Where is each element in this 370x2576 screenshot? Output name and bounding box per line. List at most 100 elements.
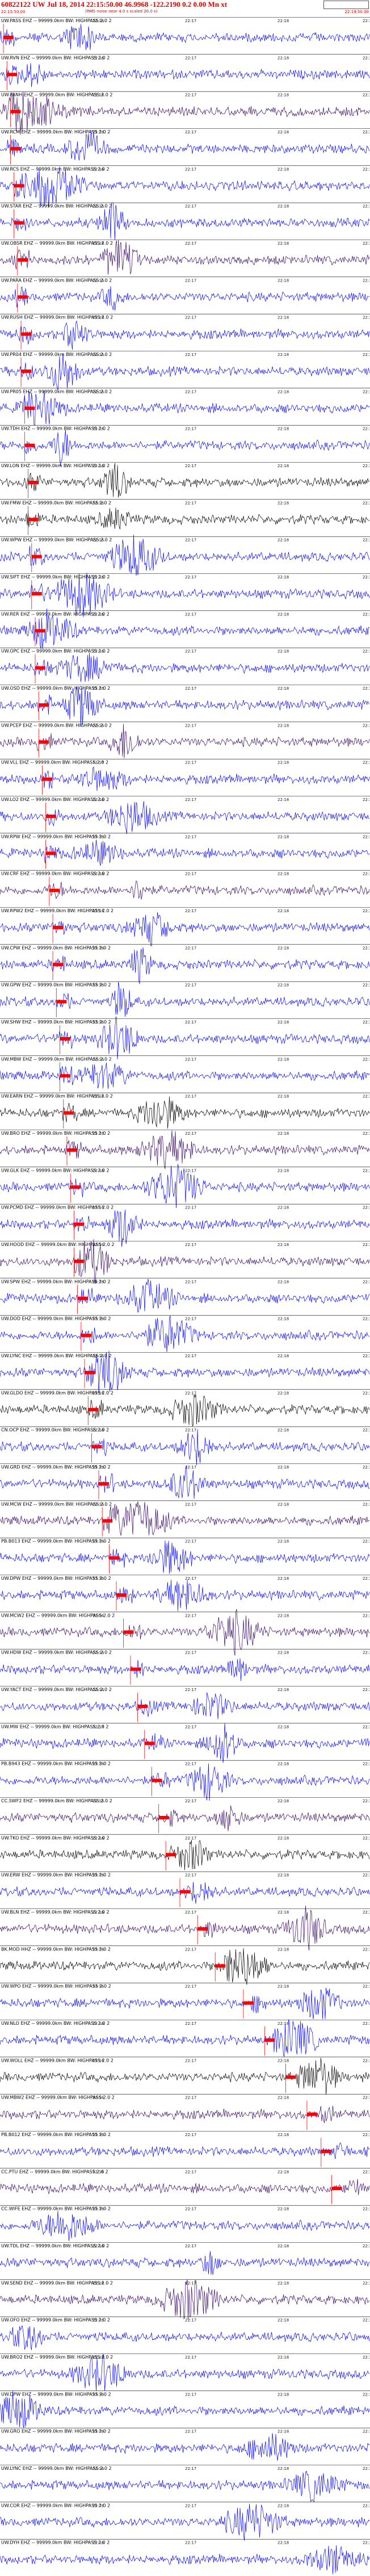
time-tick-label: 22:18 bbox=[278, 2318, 289, 2323]
time-tick-label: 22:19 bbox=[363, 2021, 370, 2026]
time-tick-label: 22:16 bbox=[93, 2392, 104, 2397]
waveform-line bbox=[0, 2545, 370, 2574]
time-tick-label: 22:19 bbox=[363, 1131, 370, 1136]
p-pick-marker bbox=[88, 1408, 99, 1412]
time-tick-label: 22:17 bbox=[185, 1836, 196, 1840]
time-tick-label: 22:18 bbox=[278, 2207, 289, 2212]
time-tick-label: 22:16 bbox=[93, 2133, 104, 2137]
trace-row: UW.MCW2 EHZ -- 99999.0km BW: HIGHPASS 2.… bbox=[0, 1609, 370, 1656]
time-tick-label: 22:17 bbox=[185, 1799, 196, 1803]
p-pick-marker bbox=[158, 1815, 169, 1819]
time-tick-label: 22:18 bbox=[278, 1539, 289, 1544]
trace-row: UW.TKO EHZ -- 99999.0km BW: HIGHPASS 2.0… bbox=[0, 1834, 370, 1870]
p-pick-marker bbox=[85, 1370, 95, 1374]
trace-row: UW.NLO EHZ -- 99999.0km BW: HIGHPASS 2.0… bbox=[0, 2019, 370, 2057]
time-tick-label: 22:16 bbox=[93, 204, 104, 209]
time-tick-label: 22:16 bbox=[93, 872, 104, 876]
time-tick-label: 22:19 bbox=[363, 686, 370, 691]
trace-row: UW.WPW EHZ -- 99999.0km BW: HIGHPASS 2.0… bbox=[0, 534, 370, 576]
p-pick-marker bbox=[63, 1111, 74, 1115]
trace-row: UW.MBW2 EHZ -- 99999.0km BW: HIGHPASS 2.… bbox=[0, 2093, 370, 2130]
time-tick-label: 22:16 bbox=[93, 1354, 104, 1358]
end-time-label: 22:19:50.00 bbox=[344, 10, 369, 14]
time-tick-label: 22:18 bbox=[278, 501, 289, 505]
time-tick-label: 22:17 bbox=[185, 2355, 196, 2360]
time-tick-label: 22:19 bbox=[363, 2096, 370, 2100]
time-tick-label: 22:19 bbox=[363, 1688, 370, 1692]
time-tick-label: 22:19 bbox=[363, 464, 370, 468]
time-tick-label: 22:18 bbox=[278, 612, 289, 616]
time-tick-label: 22:17 bbox=[185, 1539, 196, 1544]
time-tick-label: 22:18 bbox=[278, 1317, 289, 1321]
waveform-line bbox=[0, 63, 370, 87]
time-tick-label: 22:16 bbox=[93, 2021, 104, 2026]
time-tick-label: 22:16 bbox=[93, 2207, 104, 2212]
waveform-line bbox=[0, 1658, 370, 1681]
trace-row: UW.OFO EHZ -- 99999.0km BW: HIGHPASS 2.0… bbox=[0, 2316, 370, 2351]
trace-row: UW.CPW EHZ -- 99999.0km BW: HIGHPASS 2.0… bbox=[0, 944, 370, 984]
trace-row: UW.PANH EHZ -- 99999.0km BW: HIGHPASS 2.… bbox=[0, 91, 370, 135]
time-tick-label: 22:16 bbox=[93, 2541, 104, 2545]
time-tick-label: 22:19 bbox=[363, 241, 370, 246]
trace-row: UW.STAR EHZ -- 99999.0km BW: HIGHPASS 2.… bbox=[0, 202, 370, 240]
time-tick-label: 22:18 bbox=[278, 2244, 289, 2248]
time-tick-label: 22:16 bbox=[93, 2096, 104, 2100]
time-tick-label: 22:19 bbox=[363, 1317, 370, 1321]
time-tick-label: 22:18 bbox=[278, 278, 289, 283]
trace-row: UW.RPW EHZ -- 99999.0km BW: HIGHPASS 2.0… bbox=[0, 833, 370, 869]
time-tick-label: 22:19 bbox=[363, 723, 370, 728]
p-pick-marker bbox=[137, 1704, 148, 1708]
time-tick-label: 22:19 bbox=[363, 278, 370, 283]
waveform-line bbox=[0, 1466, 370, 1499]
time-tick-label: 22:17 bbox=[185, 1020, 196, 1025]
trace-row: CC.PTU EHZ -- 99999.0km BW: HIGHPASS 2.0… bbox=[0, 2168, 370, 2204]
p-pick-marker bbox=[17, 295, 28, 299]
time-tick-label: 22:19 bbox=[363, 834, 370, 839]
trace-row: UW.PR04 EHZ -- 99999.0km BW: HIGHPASS 2.… bbox=[0, 351, 370, 391]
time-tick-label: 22:19 bbox=[363, 1539, 370, 1544]
time-tick-label: 22:16 bbox=[93, 798, 104, 802]
time-tick-label: 22:17 bbox=[185, 1651, 196, 1655]
time-tick-label: 22:19 bbox=[363, 2541, 370, 2545]
time-tick-label: 22:18 bbox=[278, 1613, 289, 1618]
waveform-line bbox=[0, 2058, 370, 2095]
time-tick-label: 22:17 bbox=[185, 1391, 196, 1395]
time-tick-label: 22:19 bbox=[363, 1985, 370, 1989]
trace-row: UW.GLK EHZ -- 99999.0km BW: HIGHPASS 2.0… bbox=[0, 1164, 370, 1209]
time-tick-label: 22:16 bbox=[93, 464, 104, 468]
time-tick-label: 22:16 bbox=[93, 1279, 104, 1284]
waveform-line bbox=[0, 2353, 370, 2392]
time-tick-label: 22:16 bbox=[93, 389, 104, 394]
trace-row: PB.B013 EHZ -- 99999.0km BW: HIGHPASS 2.… bbox=[0, 1537, 370, 1574]
time-tick-label: 22:18 bbox=[278, 686, 289, 691]
p-pick-marker bbox=[60, 1037, 70, 1041]
time-tick-label: 22:18 bbox=[278, 2430, 289, 2434]
p-pick-marker bbox=[123, 1630, 134, 1634]
p-pick-marker bbox=[285, 2075, 296, 2079]
time-tick-label: 22:16 bbox=[93, 834, 104, 839]
time-tick-label: 22:19 bbox=[363, 93, 370, 98]
trace-row: UW.SHW EHZ -- 99999.0km BW: HIGHPASS 2.0… bbox=[0, 1016, 370, 1060]
trace-row: UW.CRF EHZ -- 99999.0km BW: HIGHPASS 2.0… bbox=[0, 870, 370, 906]
waveform-line bbox=[0, 131, 370, 161]
waveform-line bbox=[0, 1948, 370, 1985]
time-tick-label: 22:19 bbox=[363, 1354, 370, 1358]
trace-row: UW.RVN EHZ -- 99999.0km BW: HIGHPASS 2.0… bbox=[0, 54, 370, 90]
time-tick-label: 22:17 bbox=[185, 353, 196, 357]
trace-row: UW.VLL EHZ -- 99999.0km BW: HIGHPASS 2.0… bbox=[0, 758, 370, 795]
time-tick-label: 22:18 bbox=[278, 316, 289, 320]
time-tick-label: 22:18 bbox=[278, 834, 289, 839]
trace-row: UW.MW EHZ -- 99999.0km BW: HIGHPASS 2.0 … bbox=[0, 1723, 370, 1763]
time-tick-label: 22:18 bbox=[278, 1391, 289, 1395]
time-tick-label: 22:18 bbox=[278, 1910, 289, 1915]
time-tick-label: 22:16 bbox=[93, 2170, 104, 2174]
time-tick-label: 22:19 bbox=[363, 1947, 370, 1952]
time-tick-label: 22:19 bbox=[363, 575, 370, 580]
time-tick-label: 22:18 bbox=[278, 1465, 289, 1470]
p-pick-marker bbox=[45, 814, 56, 818]
p-pick-marker bbox=[56, 1000, 67, 1004]
time-tick-label: 22:16 bbox=[93, 1428, 104, 1433]
time-tick-label: 22:17 bbox=[185, 2096, 196, 2100]
waveform-line bbox=[0, 1394, 370, 1427]
time-tick-label: 22:16 bbox=[93, 1206, 104, 1210]
